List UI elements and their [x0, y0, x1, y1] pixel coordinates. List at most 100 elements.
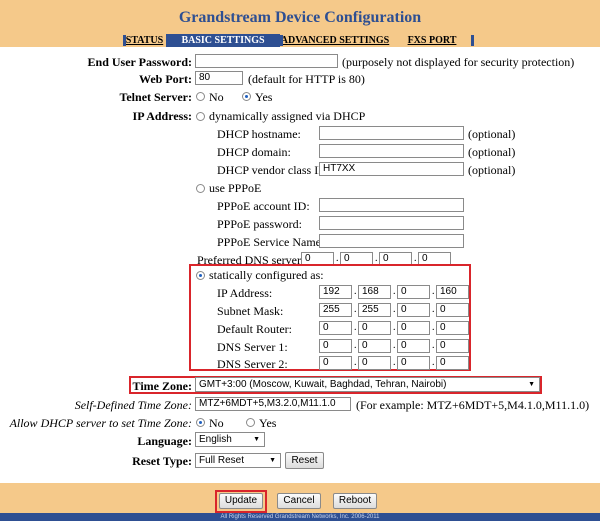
dhcp-hostname-note: (optional) [468, 127, 516, 141]
page-title: Grandstream Device Configuration [178, 9, 422, 26]
language-value: English [199, 434, 232, 445]
subnet-mask-octet-4[interactable]: 0 [436, 303, 469, 317]
static-ip-octet-3[interactable]: 0 [397, 285, 430, 299]
pppoe-service-input[interactable] [319, 234, 464, 248]
dhcp-label: dynamically assigned via DHCP [209, 109, 366, 123]
ip-address-label: IP Address: [132, 109, 192, 123]
telnet-yes-label: Yes [255, 90, 273, 104]
reset-type-label: Reset Type: [132, 454, 192, 468]
tab-status[interactable]: STATUS [123, 34, 166, 47]
octet-dot: . [432, 286, 435, 297]
octet-dot: . [432, 340, 435, 351]
subnet-mask-label: Subnet Mask: [217, 304, 284, 318]
reset-type-value: Full Reset [199, 455, 245, 466]
end-user-password-label: End User Password: [87, 55, 192, 69]
octet-dot: . [432, 357, 435, 368]
static-ip-octet-1[interactable]: 192 [319, 285, 352, 299]
subnet-mask-octet-1[interactable]: 255 [319, 303, 352, 317]
allow-dhcp-no-radio[interactable] [196, 418, 205, 427]
default-router-label: Default Router: [217, 322, 292, 336]
octet-dot: . [432, 322, 435, 333]
tab-fxs-port[interactable]: FXS PORT [390, 34, 474, 47]
octet-dot: . [393, 304, 396, 315]
dns-server-1-octet-2[interactable]: 0 [358, 339, 391, 353]
dns-server-1-octet-4[interactable]: 0 [436, 339, 469, 353]
dhcp-vendor-note: (optional) [468, 163, 516, 177]
pppoe-account-label: PPPoE account ID: [217, 199, 310, 213]
pppoe-service-label: PPPoE Service Name: [217, 235, 325, 249]
cancel-button[interactable]: Cancel [277, 493, 321, 509]
telnet-server-label: Telnet Server: [119, 90, 192, 104]
chevron-down-icon: ▼ [269, 457, 276, 464]
static-ip-octet-4[interactable]: 160 [436, 285, 469, 299]
dhcp-radio[interactable] [196, 112, 205, 121]
end-user-password-note: (purposely not displayed for security pr… [342, 55, 575, 69]
octet-dot: . [393, 322, 396, 333]
time-zone-select[interactable]: GMT+3:00 (Moscow, Kuwait, Baghdad, Tehra… [195, 377, 540, 392]
static-label: statically configured as: [209, 268, 324, 282]
tab-separator [471, 35, 474, 46]
allow-dhcp-no-label: No [209, 416, 224, 430]
dhcp-domain-input[interactable] [319, 144, 464, 158]
reset-button[interactable]: Reset [285, 452, 324, 469]
allow-dhcp-yes-radio[interactable] [246, 418, 255, 427]
dhcp-vendor-label: DHCP vendor class ID: [217, 163, 331, 177]
subnet-mask-octet-2[interactable]: 255 [358, 303, 391, 317]
tab-basic-settings[interactable]: BASIC SETTINGS [166, 34, 280, 47]
pppoe-password-label: PPPoE password: [217, 217, 303, 231]
subnet-mask-octet-3[interactable]: 0 [397, 303, 430, 317]
time-zone-label: Time Zone: [132, 379, 192, 393]
web-port-note: (default for HTTP is 80) [248, 72, 365, 86]
dns-server-1-octet-1[interactable]: 0 [319, 339, 352, 353]
dhcp-domain-label: DHCP domain: [217, 145, 291, 159]
default-router-octet-2[interactable]: 0 [358, 321, 391, 335]
dns-server-1-label: DNS Server 1: [217, 340, 288, 354]
tab-separator [280, 35, 283, 46]
telnet-yes-radio[interactable] [242, 92, 251, 101]
reset-type-select[interactable]: Full Reset ▼ [195, 453, 281, 468]
dns-server-2-label: DNS Server 2: [217, 357, 288, 371]
static-ip-label: IP Address: [217, 286, 273, 300]
octet-dot: . [393, 357, 396, 368]
dns-server-1-octet-3[interactable]: 0 [397, 339, 430, 353]
dns-server-2-octet-3[interactable]: 0 [397, 356, 430, 370]
telnet-no-radio[interactable] [196, 92, 205, 101]
default-router-octet-1[interactable]: 0 [319, 321, 352, 335]
reboot-button[interactable]: Reboot [333, 493, 377, 509]
default-router-octet-4[interactable]: 0 [436, 321, 469, 335]
dns-server-2-octet-4[interactable]: 0 [436, 356, 469, 370]
telnet-no-label: No [209, 90, 224, 104]
default-router-octet-3[interactable]: 0 [397, 321, 430, 335]
language-select[interactable]: English ▼ [195, 432, 265, 447]
tab-separator [123, 35, 126, 46]
copyright-text: All Rights Reserved Grandstream Networks… [0, 513, 600, 521]
dns-server-2-octet-1[interactable]: 0 [319, 356, 352, 370]
octet-dot: . [354, 340, 357, 351]
octet-dot: . [354, 357, 357, 368]
tab-advanced-settings[interactable]: ADVANCED SETTINGS [280, 34, 390, 47]
allow-dhcp-time-zone-label: Allow DHCP server to set Time Zone: [9, 416, 192, 430]
update-button[interactable]: Update [219, 493, 263, 509]
pppoe-account-input[interactable] [319, 198, 464, 212]
static-ip-octet-2[interactable]: 168 [358, 285, 391, 299]
dhcp-vendor-input[interactable]: HT7XX [319, 162, 464, 176]
dhcp-hostname-input[interactable] [319, 126, 464, 140]
web-port-label: Web Port: [139, 72, 192, 86]
pppoe-radio[interactable] [196, 184, 205, 193]
self-defined-time-zone-input[interactable]: MTZ+6MDT+5,M3.2.0,M11.1.0 [195, 397, 351, 411]
time-zone-value: GMT+3:00 (Moscow, Kuwait, Baghdad, Tehra… [199, 379, 447, 390]
self-defined-time-zone-label: Self-Defined Time Zone: [74, 398, 192, 412]
dns-server-2-octet-2[interactable]: 0 [358, 356, 391, 370]
allow-dhcp-yes-label: Yes [259, 416, 277, 430]
web-port-input[interactable]: 80 [195, 71, 243, 85]
pppoe-label: use PPPoE [209, 181, 262, 195]
dhcp-hostname-label: DHCP hostname: [217, 127, 301, 141]
pppoe-password-input[interactable] [319, 216, 464, 230]
octet-dot: . [354, 286, 357, 297]
static-radio[interactable] [196, 271, 205, 280]
chevron-down-icon: ▼ [253, 436, 260, 443]
dhcp-domain-note: (optional) [468, 145, 516, 159]
end-user-password-input[interactable] [195, 54, 338, 68]
octet-dot: . [393, 340, 396, 351]
language-label: Language: [137, 434, 192, 448]
